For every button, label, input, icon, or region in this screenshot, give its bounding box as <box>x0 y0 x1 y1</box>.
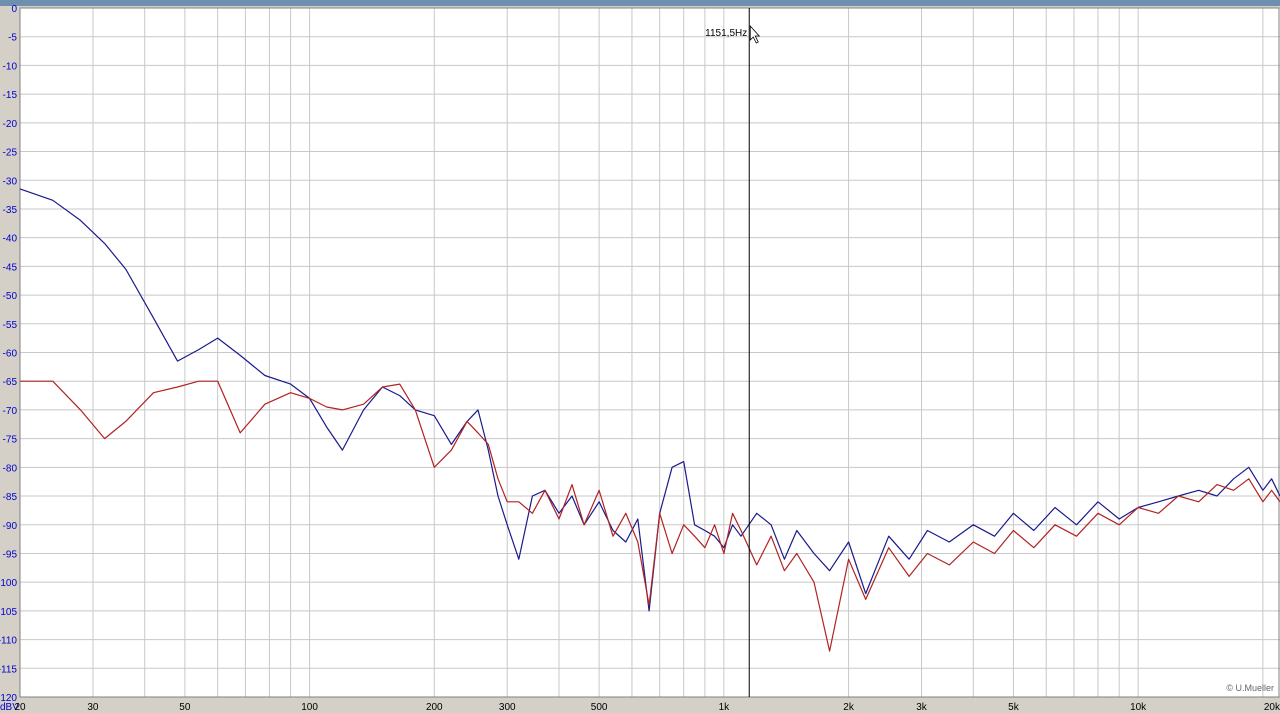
y-tick-label: 0 <box>11 4 17 15</box>
y-tick-label: -25 <box>3 148 18 159</box>
y-tick-label: -5 <box>8 33 17 44</box>
y-tick-label: -80 <box>3 463 18 474</box>
y-tick-label: -75 <box>3 435 18 446</box>
x-tick-label: 50 <box>179 702 191 713</box>
x-tick-label: 5k <box>1008 702 1020 713</box>
y-tick-label: -85 <box>3 492 18 503</box>
x-tick-label: 20kHz <box>1264 702 1280 713</box>
y-tick-label: -105 <box>0 607 17 618</box>
y-tick-label: -30 <box>3 176 18 187</box>
x-tick-label: 30 <box>87 702 99 713</box>
y-tick-label: -55 <box>3 320 18 331</box>
y-tick-label: -15 <box>3 90 18 101</box>
y-tick-label: -20 <box>3 119 18 130</box>
spectrum-chart[interactable]: 0 -5 -10 -15 -20 -25 -30 -35 -40 -45 -50 -55 -60 -65 -… <box>0 0 1280 713</box>
y-tick-label: -40 <box>3 234 18 245</box>
y-tick-label: -10 <box>3 61 18 72</box>
cursor-frequency-label: 1151,5Hz <box>705 28 747 39</box>
x-tick-label: 200 <box>426 702 443 713</box>
y-tick-label: -70 <box>3 406 18 417</box>
x-tick-label: 500 <box>591 702 608 713</box>
analyzer-window: 0 -5 -10 -15 -20 -25 -30 -35 -40 -45 -50 -55 -60 -65 -… <box>0 0 1280 713</box>
y-tick-label: -65 <box>3 377 18 388</box>
x-tick-label: 300 <box>499 702 516 713</box>
y-tick-label: -95 <box>3 549 18 560</box>
y-tick-label: -110 <box>0 636 17 647</box>
x-tick-label: 20 <box>14 702 26 713</box>
y-tick-label: -60 <box>3 349 18 360</box>
y-tick-label: -90 <box>3 521 18 532</box>
y-tick-label: -35 <box>3 205 18 216</box>
x-tick-label: 100 <box>301 702 318 713</box>
x-tick-label: 3k <box>916 702 928 713</box>
x-tick-label: 10k <box>1130 702 1147 713</box>
x-tick-label: 2k <box>843 702 855 713</box>
copyright-text: © U.Mueller <box>1226 683 1274 693</box>
y-tick-label: -100 <box>0 578 17 589</box>
y-tick-label: -50 <box>3 291 18 302</box>
y-tick-label: -45 <box>3 262 18 273</box>
x-tick-label: 1k <box>719 702 731 713</box>
y-tick-label: -115 <box>0 664 17 675</box>
